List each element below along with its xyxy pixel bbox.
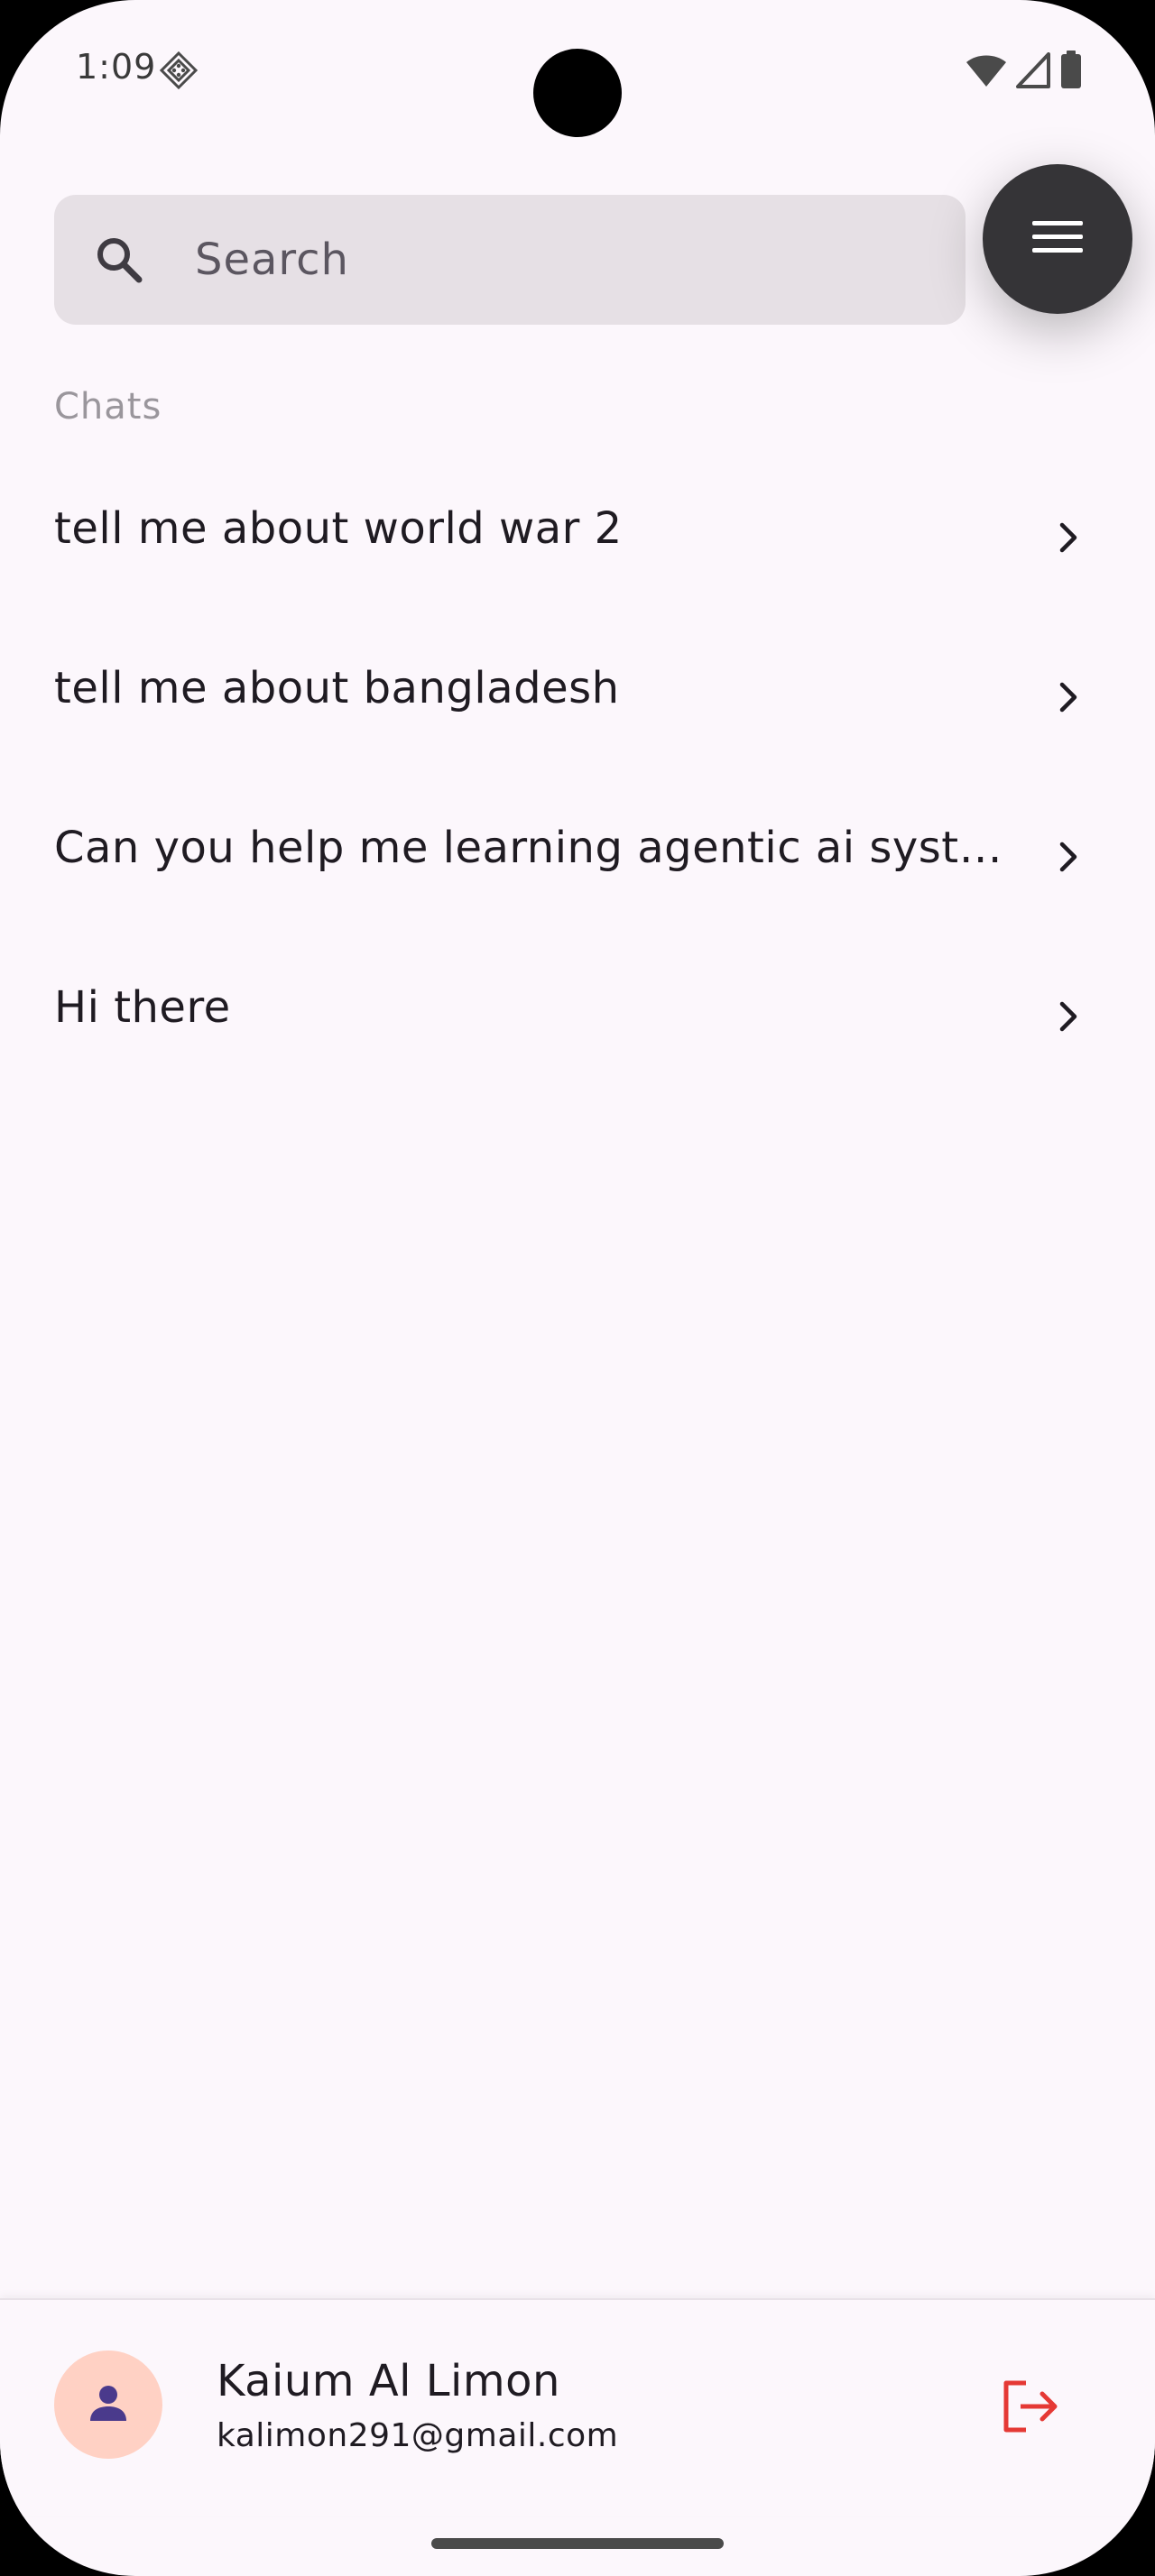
chat-title: tell me about world war 2: [54, 503, 623, 554]
status-icons: [966, 51, 1083, 94]
camera-cutout: [533, 49, 622, 137]
profile-footer: Kaium Al Limon kalimon291@gmail.com: [0, 2298, 1155, 2516]
search-input[interactable]: [195, 195, 935, 325]
chevron-right-icon: [1050, 520, 1086, 556]
search-bar[interactable]: [54, 195, 966, 325]
chevron-right-icon: [1050, 998, 1086, 1035]
hamburger-menu-icon: [1030, 217, 1085, 261]
chevron-right-icon: [1050, 839, 1086, 875]
cellular-signal-icon: [1016, 52, 1050, 92]
status-time: 1:09: [76, 47, 157, 87]
user-name: Kaium Al Limon: [217, 2356, 560, 2406]
menu-button[interactable]: [983, 164, 1132, 314]
user-email: kalimon291@gmail.com: [217, 2417, 619, 2454]
debug-diamond-icon: [159, 51, 199, 90]
home-indicator[interactable]: [431, 2538, 724, 2549]
chat-list-item[interactable]: Hi there: [0, 937, 1155, 1097]
app-screen: 1:09 Search Chats tell me about world wa…: [0, 0, 1155, 2576]
chat-list: tell me about world war 2 tell me about …: [0, 458, 1155, 1097]
status-bar: 1:09: [0, 0, 1155, 137]
chat-title: Hi there: [54, 982, 231, 1033]
chat-title: Can you help me learning agentic ai syst…: [54, 823, 1011, 873]
chats-section-label: Chats: [54, 386, 162, 428]
avatar[interactable]: [54, 2351, 162, 2459]
chevron-right-icon: [1050, 679, 1086, 715]
logout-button[interactable]: [993, 2370, 1068, 2446]
battery-icon: [1059, 51, 1083, 94]
wifi-icon: [966, 52, 1007, 92]
person-icon: [87, 2381, 130, 2428]
logout-icon: [999, 2378, 1062, 2439]
chat-list-item[interactable]: tell me about world war 2: [0, 458, 1155, 618]
chat-list-item[interactable]: Can you help me learning agentic ai syst…: [0, 777, 1155, 937]
chat-title: tell me about bangladesh: [54, 663, 620, 713]
chat-list-item[interactable]: tell me about bangladesh: [0, 618, 1155, 777]
search-icon: [92, 233, 146, 287]
